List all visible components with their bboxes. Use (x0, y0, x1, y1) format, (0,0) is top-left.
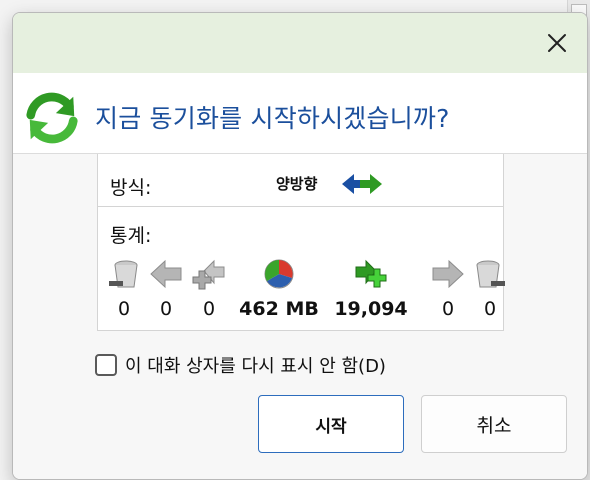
stat-value: 462 MB (239, 298, 319, 320)
method-label: 방식: (110, 177, 152, 199)
arrow-right-icon (432, 259, 464, 289)
stat-delete-right: 0 (470, 257, 510, 323)
sync-summary-panel: 방식: 양방향 통계: 0 0 0 462 MB 19,094 0 0 (97, 154, 505, 331)
start-button[interactable]: 시작 (258, 395, 404, 453)
stat-value: 0 (117, 298, 131, 320)
add-right-icon (355, 259, 387, 288)
stat-arrow-right: 0 (428, 257, 468, 323)
dialog-heading: 지금 동기화를 시작하시겠습니까? (95, 104, 450, 133)
dont-show-again-label: 이 대화 상자를 다시 표시 안 함(D) (125, 356, 386, 377)
close-button[interactable] (539, 25, 575, 61)
dont-show-again-row[interactable]: 이 대화 상자를 다시 표시 안 함(D) (95, 352, 386, 378)
stat-data-size: 462 MB (239, 257, 319, 323)
add-left-icon (192, 259, 225, 290)
two-way-arrow-icon (342, 174, 382, 194)
cancel-button[interactable]: 취소 (421, 395, 567, 453)
delete-right-icon (476, 260, 505, 288)
dont-show-again-checkbox[interactable] (95, 354, 117, 376)
method-value: 양방향 (276, 175, 318, 193)
arrow-left-icon (150, 259, 182, 289)
dialog-titlebar (13, 13, 587, 73)
stat-delete-left: 0 (104, 257, 144, 323)
stat-value: 0 (159, 298, 173, 320)
sync-confirm-dialog: 지금 동기화를 시작하시겠습니까? 방식: 양방향 통계: 0 0 0 462 … (12, 12, 588, 480)
dialog-body: 방식: 양방향 통계: 0 0 0 462 MB 19,094 0 0 이 대화… (13, 153, 587, 479)
stat-arrow-left: 0 (146, 257, 186, 323)
sync-icon (26, 92, 78, 144)
delete-left-icon (109, 260, 138, 288)
dialog-header: 지금 동기화를 시작하시겠습니까? (13, 73, 587, 153)
stat-value: 0 (441, 298, 455, 320)
stat-add-left: 0 (189, 257, 229, 323)
panel-divider (98, 206, 503, 207)
stat-value: 0 (202, 298, 216, 320)
stat-value: 19,094 (334, 298, 408, 320)
close-icon (548, 34, 566, 52)
stat-add-right: 19,094 (334, 257, 408, 323)
data-pie-icon (264, 259, 294, 289)
stats-label: 통계: (110, 225, 152, 247)
stat-value: 0 (483, 298, 497, 320)
